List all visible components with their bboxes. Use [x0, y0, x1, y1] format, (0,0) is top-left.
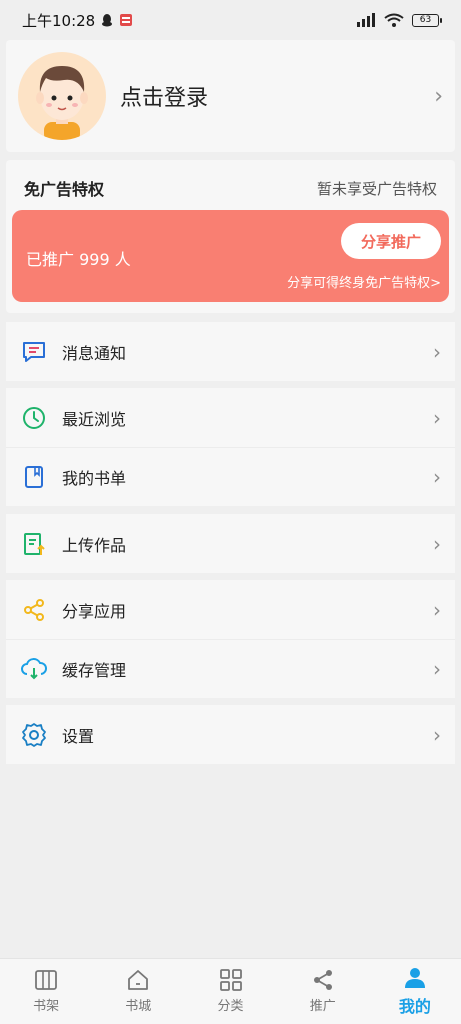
- tab-category[interactable]: 分类: [184, 959, 276, 1024]
- tab-bookshelf[interactable]: 书架: [0, 959, 92, 1024]
- tab-mine[interactable]: 我的: [369, 959, 461, 1024]
- upload-icon: [20, 530, 48, 558]
- avatar: [18, 52, 106, 140]
- promoted-count: 已推广 999 人: [26, 250, 131, 269]
- menu-item-label: 消息通知: [62, 343, 127, 363]
- ad-privilege-card: 免广告特权 暂未享受广告特权 已推广 999 人 分享推广 分享可得终身免广告特…: [6, 160, 455, 313]
- chevron-right-icon: ›: [433, 722, 441, 747]
- login-text[interactable]: 点击登录: [120, 80, 208, 112]
- message-icon: [20, 338, 48, 366]
- menu-item-label: 我的书单: [62, 469, 127, 488]
- tab-label: 分类: [217, 999, 244, 1014]
- chevron-right-icon: ›: [433, 465, 441, 489]
- menu-item-label: 最近浏览: [62, 409, 127, 429]
- gear-icon: [20, 721, 48, 749]
- status-time: 上午10:28: [22, 11, 96, 30]
- tab-label: 推广: [309, 999, 336, 1014]
- bottom-tab-bar: 书架 书城 分类 推广 我的: [0, 958, 461, 1024]
- clock-icon: [20, 404, 48, 432]
- menu-item-label: 缓存管理: [62, 661, 127, 680]
- share-hint-link[interactable]: 分享可得终身免广告特权>: [287, 272, 441, 291]
- chevron-right-icon: ›: [433, 531, 441, 556]
- tab-label: 我的: [398, 996, 431, 1016]
- home-icon: [128, 970, 149, 990]
- person-icon: [404, 967, 425, 988]
- chevron-right-icon: ›: [433, 339, 441, 364]
- share-icon: [313, 970, 332, 990]
- menu-item-cache[interactable]: 缓存管理 ›: [6, 639, 455, 698]
- battery-icon: 63: [412, 13, 442, 27]
- chevron-right-icon: ›: [434, 83, 443, 109]
- menu-item-messages[interactable]: 消息通知 ›: [6, 322, 455, 381]
- share-promotion-button[interactable]: 分享推广: [341, 223, 441, 259]
- status-bar: 上午10:28 63: [0, 0, 461, 40]
- menu-item-booklist[interactable]: 我的书单 ›: [6, 447, 455, 506]
- chevron-right-icon: ›: [433, 405, 441, 430]
- menu-item-label: 分享应用: [62, 601, 127, 621]
- tab-promotion[interactable]: 推广: [277, 959, 369, 1024]
- login-card[interactable]: 点击登录 ›: [6, 40, 455, 152]
- tab-bookstore[interactable]: 书城: [92, 959, 184, 1024]
- app-notification-icon: [120, 14, 133, 26]
- ad-privilege-status: 暂未享受广告特权: [316, 179, 437, 198]
- cloud-download-icon: [20, 655, 48, 683]
- share-icon: [20, 596, 48, 624]
- avatar-illustration-icon: [36, 66, 88, 140]
- menu-item-label: 上传作品: [62, 535, 127, 555]
- tab-label: 书架: [33, 999, 60, 1014]
- qq-icon: [102, 14, 113, 27]
- grid-icon: [219, 969, 242, 991]
- promotion-banner: 已推广 999 人 分享推广 分享可得终身免广告特权>: [12, 210, 449, 302]
- chevron-right-icon: ›: [433, 597, 441, 622]
- menu-item-label: 设置: [62, 726, 95, 746]
- bookshelf-icon: [35, 970, 57, 990]
- menu-item-upload[interactable]: 上传作品 ›: [6, 514, 455, 573]
- tab-label: 书城: [125, 999, 152, 1014]
- menu-item-recent[interactable]: 最近浏览 ›: [6, 388, 455, 447]
- wifi-icon: [384, 13, 404, 27]
- menu-item-settings[interactable]: 设置 ›: [6, 705, 455, 764]
- chevron-right-icon: ›: [433, 657, 441, 681]
- signal-icon: [357, 13, 375, 27]
- booklist-icon: [20, 463, 48, 491]
- ad-privilege-title: 免广告特权: [24, 180, 105, 199]
- menu-item-share-app[interactable]: 分享应用 ›: [6, 580, 455, 639]
